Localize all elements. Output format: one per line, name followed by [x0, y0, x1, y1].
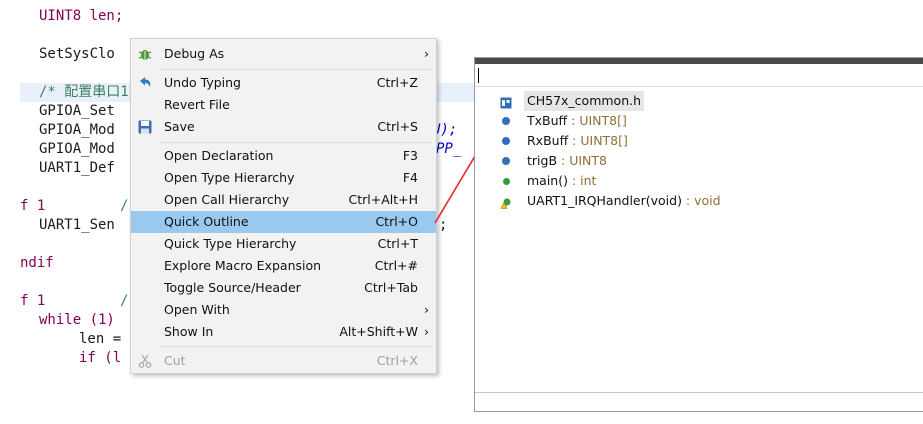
variable-blue-dot-icon — [500, 115, 512, 127]
outline-item-type: : int — [568, 173, 597, 188]
outline-item-name: UART1_IRQHandler(void) — [527, 193, 682, 208]
outline-item-name: trigB — [527, 153, 558, 168]
outline-item-name: RxBuff — [527, 133, 569, 148]
popup-status-bar — [475, 392, 923, 411]
outline-item-type: : void — [681, 193, 721, 208]
outline-filter-input[interactable] — [475, 64, 923, 87]
text-caret — [478, 68, 479, 83]
function-green-dot-icon — [500, 175, 512, 187]
variable-blue-dot-icon — [500, 135, 512, 147]
outline-item-name: CH57x_common.h — [527, 93, 642, 108]
variable-blue-dot-icon — [500, 155, 512, 167]
outline-item-name: TxBuff — [527, 113, 568, 128]
quick-outline-popup: CH57x_common.h TxBuff : UINT8[] RxBuff :… — [474, 57, 923, 412]
outline-item-type: : UINT8 — [557, 153, 607, 168]
outline-item-name: main() — [527, 173, 568, 188]
outline-item-type: : UINT8[] — [568, 133, 628, 148]
include-header-icon — [500, 95, 512, 109]
function-warning-icon — [500, 195, 512, 209]
outline-item-type: : UINT8[] — [567, 113, 627, 128]
